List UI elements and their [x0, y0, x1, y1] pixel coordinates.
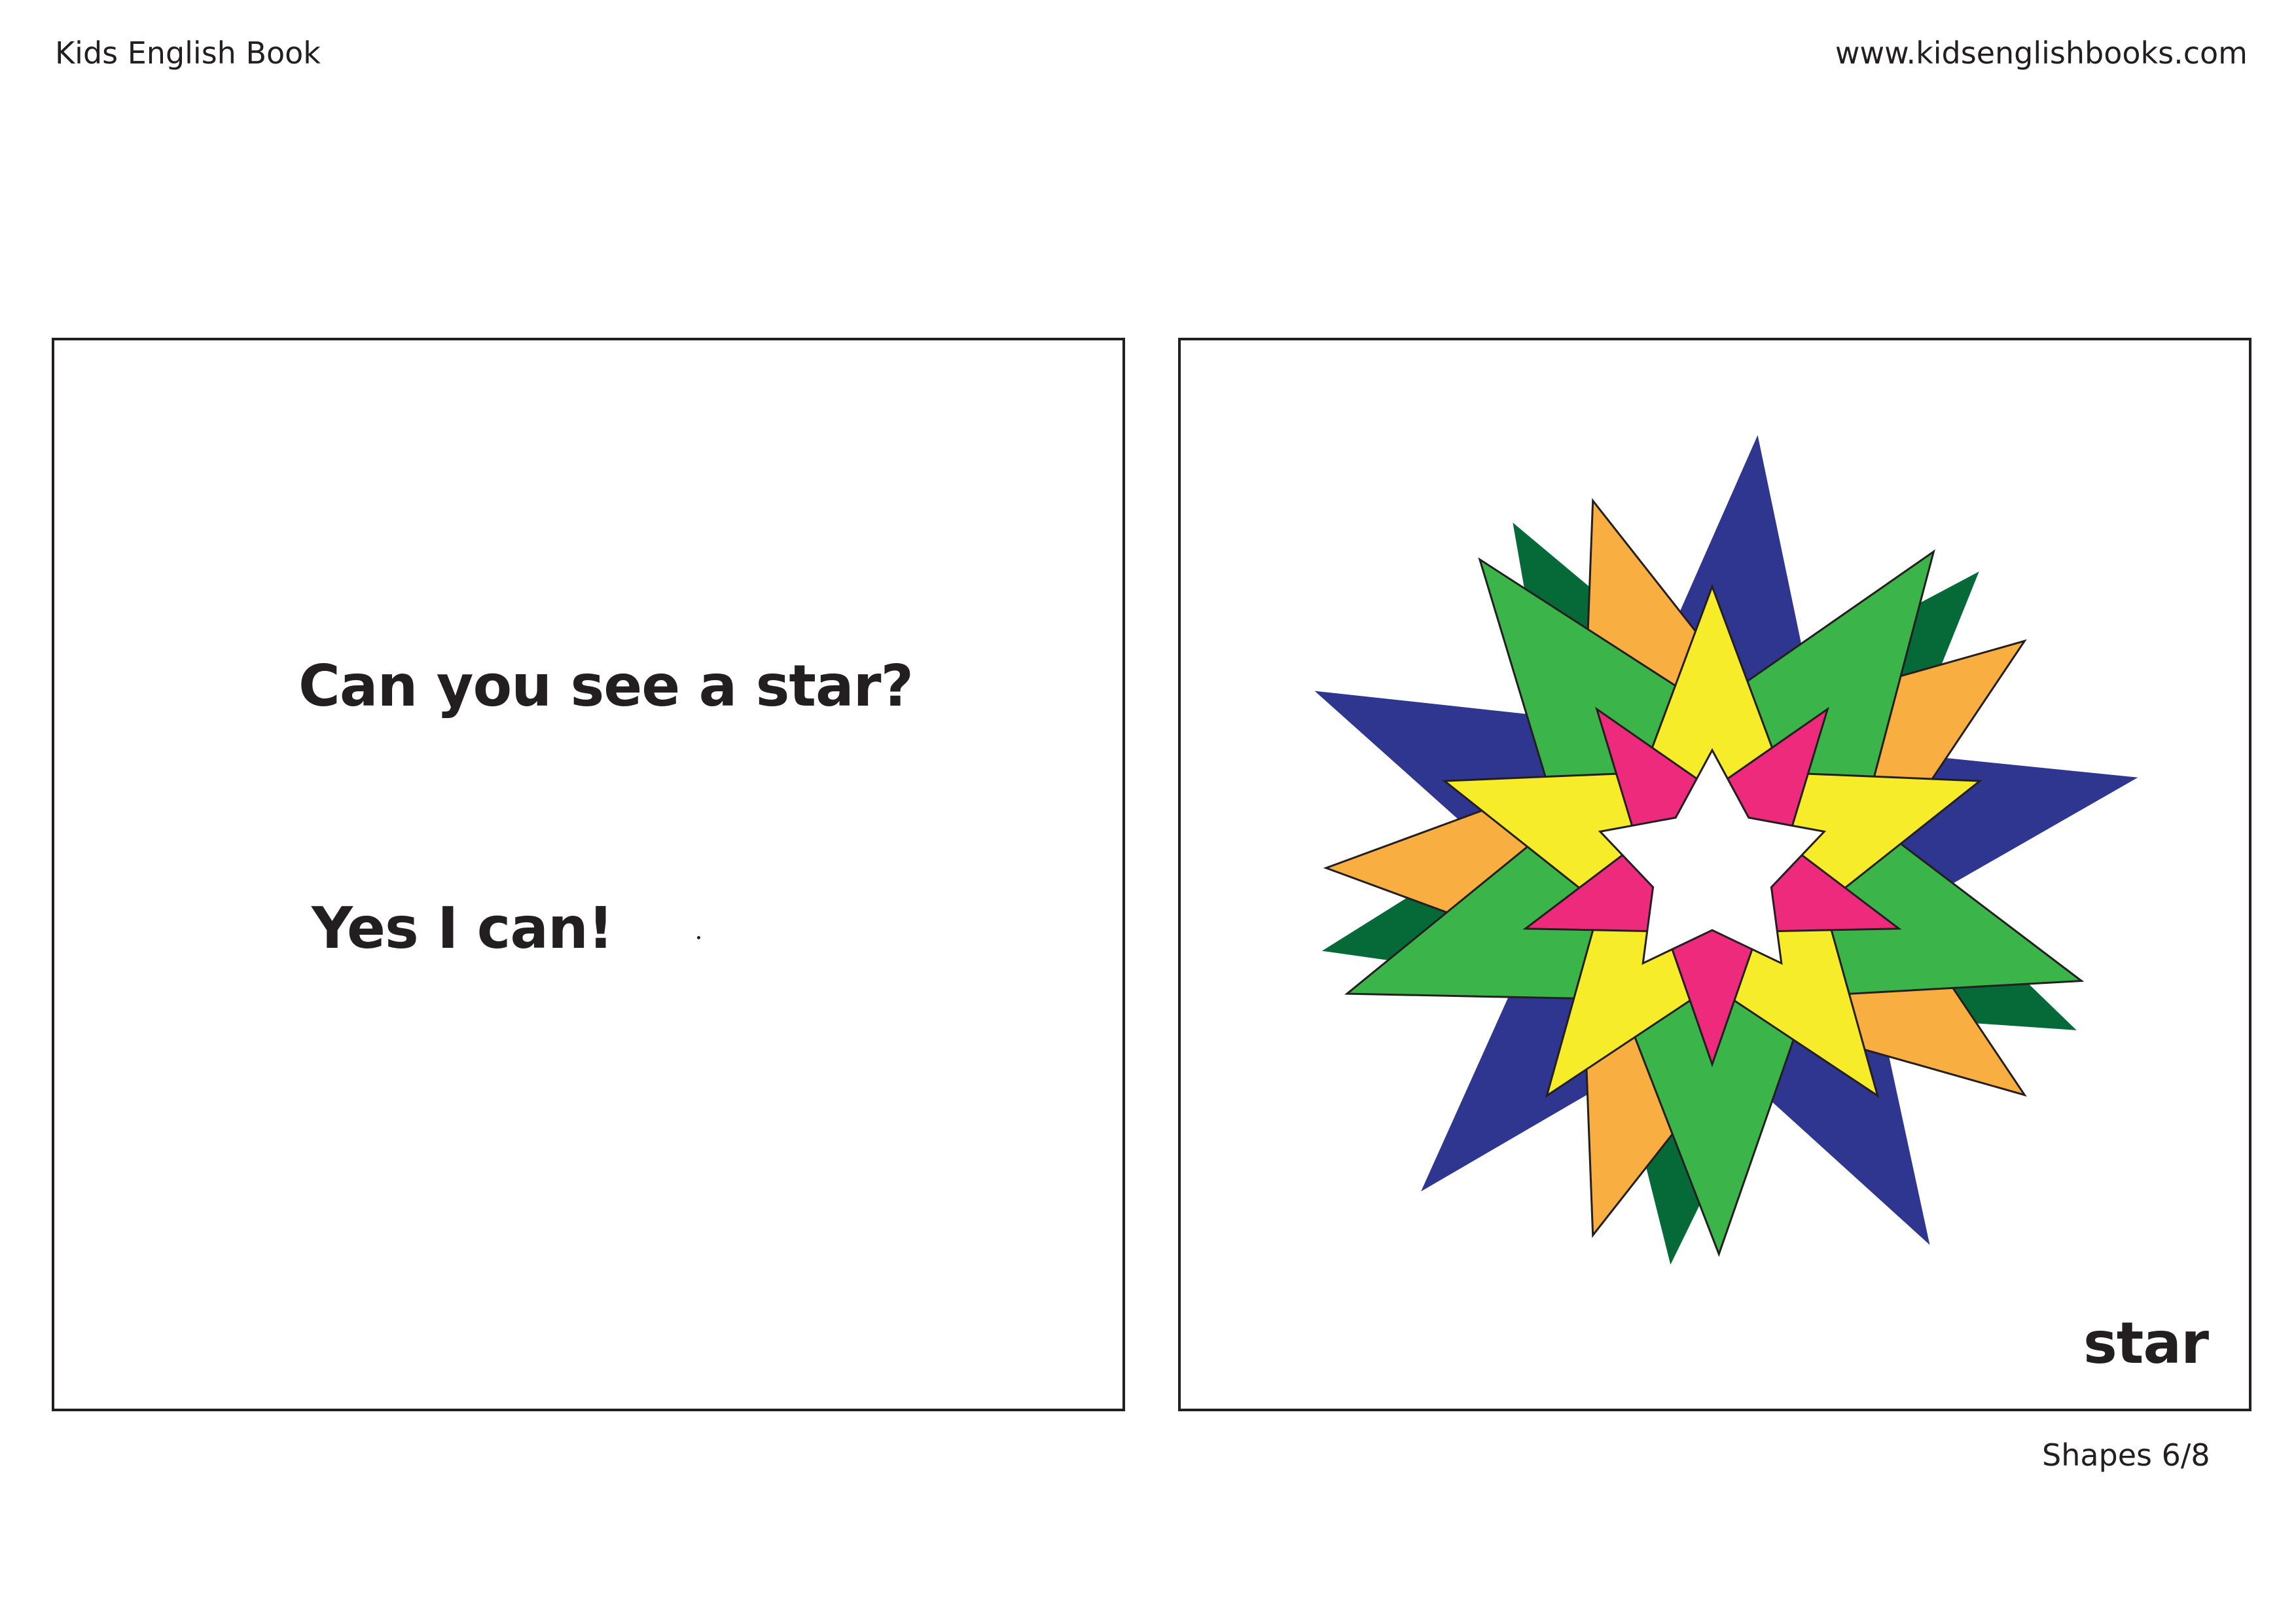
- book-title: Kids English Book: [55, 35, 321, 71]
- page-indicator: Shapes 6/8: [2042, 1437, 2210, 1473]
- picture-panel: star: [1178, 338, 2251, 1411]
- vocabulary-word: star: [2083, 1310, 2209, 1377]
- question-panel: Can you see a star? Yes I can!: [52, 338, 1125, 1411]
- ink-dot: [697, 936, 700, 939]
- answer-text: Yes I can!: [312, 895, 614, 962]
- website-link[interactable]: www.kidsenglishbooks.com: [1835, 38, 2248, 68]
- question-text: Can you see a star?: [298, 653, 914, 719]
- star-icon: [1314, 435, 2138, 1265]
